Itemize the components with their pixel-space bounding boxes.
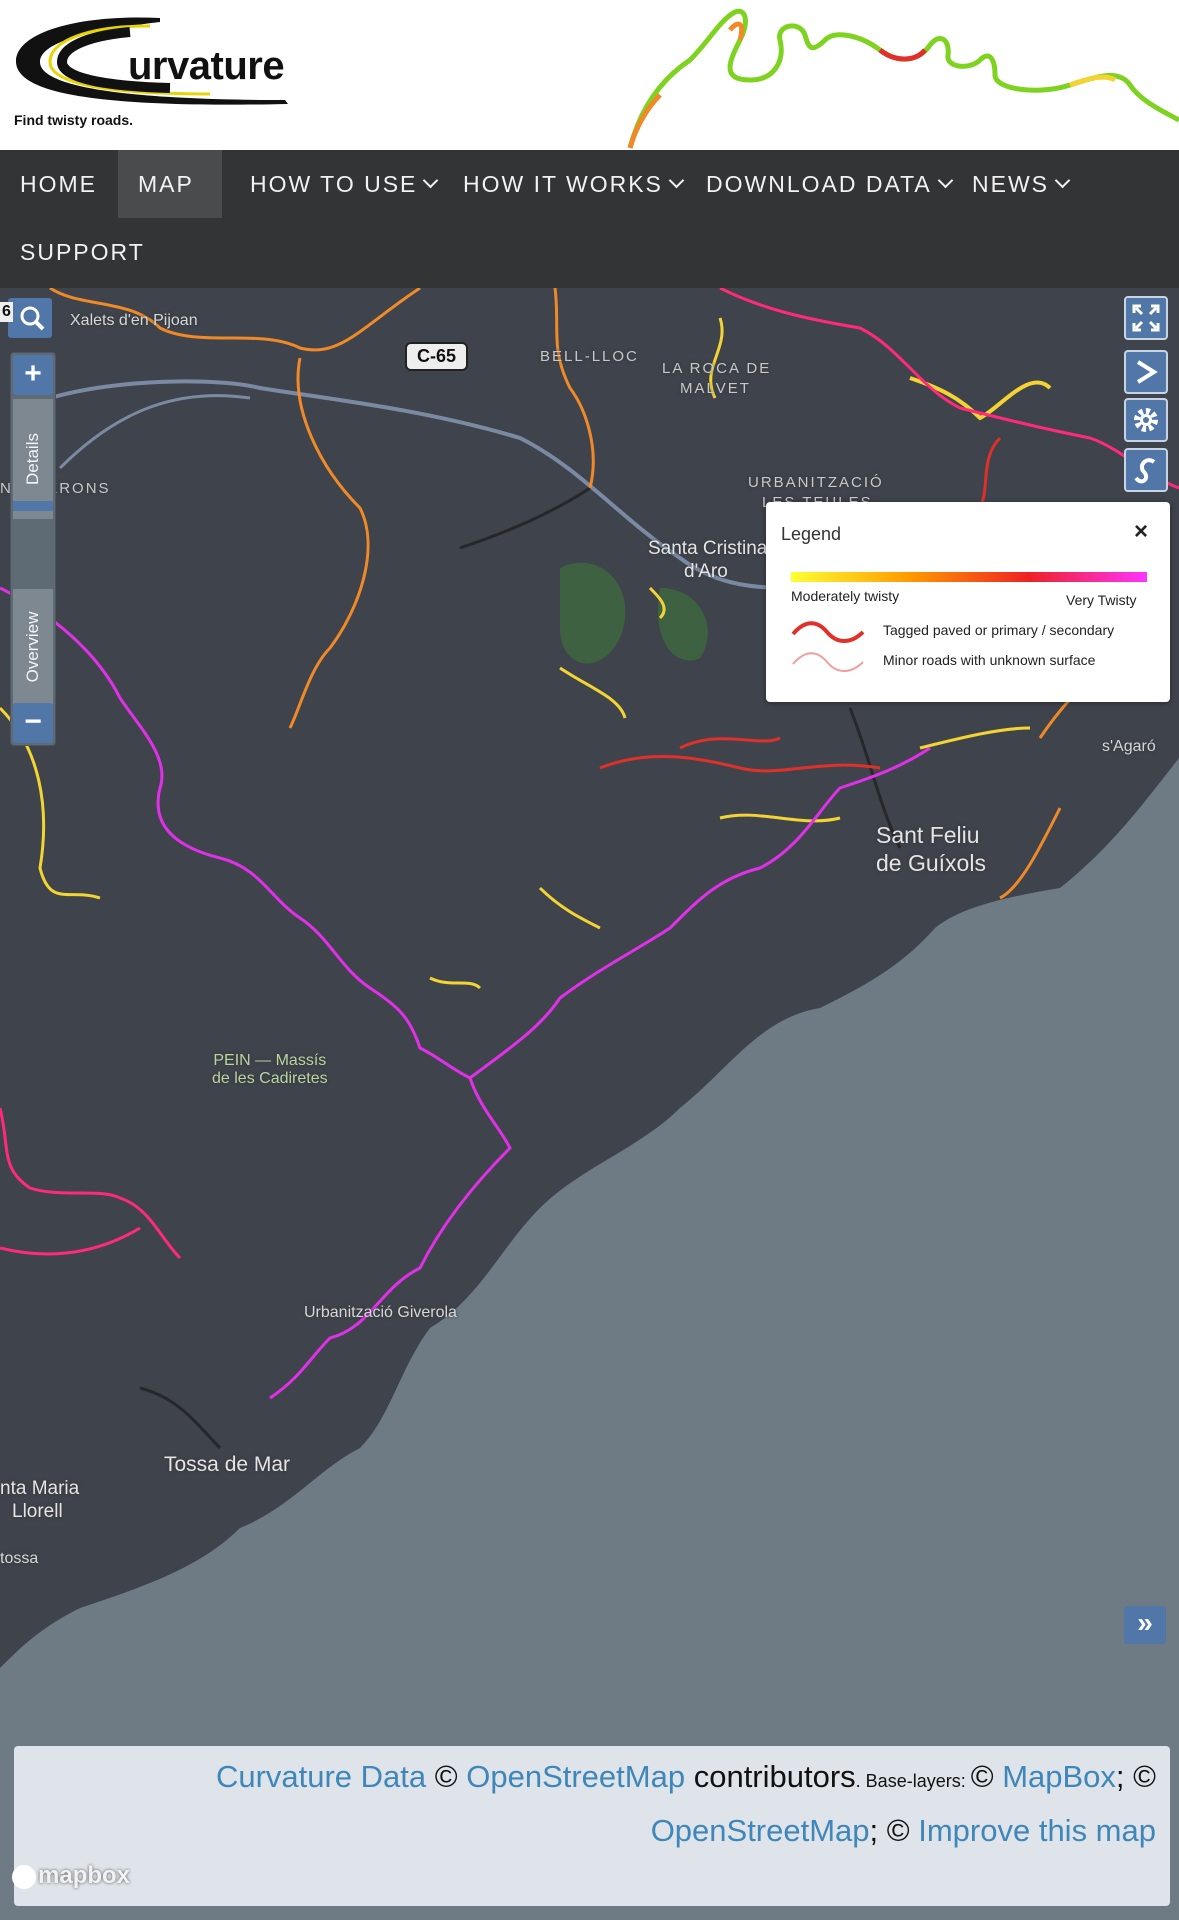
chevron-down-icon xyxy=(423,172,439,189)
place-sant-feliu: Sant Feliu de Guíxols xyxy=(876,822,986,877)
nav-support[interactable]: SUPPORT xyxy=(0,218,165,286)
nav-news[interactable]: NEWS xyxy=(952,150,1088,218)
attribution-sep: ; © xyxy=(1115,1759,1156,1794)
route-icon xyxy=(1134,458,1156,484)
search-button[interactable] xyxy=(8,298,52,338)
legend-row-primary: Tagged paved or primary / secondary xyxy=(883,622,1115,638)
place-pein: PEIN — Massís de les Cadiretes xyxy=(212,1052,328,1088)
place-bell-lloc: BELL-LLOC xyxy=(540,348,639,365)
attribution-copy2: © xyxy=(970,1759,1003,1794)
site-header: urvature Find twisty roads. xyxy=(0,0,1179,150)
nav-how-to-use-label: HOW TO USE xyxy=(250,171,418,197)
zoom-control: + Details Overview − xyxy=(10,352,56,746)
place-giverola: Urbanització Giverola xyxy=(304,1304,457,1321)
fullscreen-icon xyxy=(1132,304,1160,332)
legend-panel: Legend × Moderately twisty Very Twisty T… xyxy=(766,502,1170,702)
road-shield-c65: C-65 xyxy=(405,342,469,371)
attribution-contributors: contributors xyxy=(685,1759,856,1794)
main-nav: HOME MAP HOW TO USE HOW IT WORKS DOWNLOA… xyxy=(0,150,1179,288)
zoom-in-button[interactable]: + xyxy=(13,355,53,395)
fullscreen-button[interactable] xyxy=(1124,296,1168,340)
curvature-data-link[interactable]: Curvature Data xyxy=(216,1759,426,1794)
next-button[interactable] xyxy=(1124,350,1168,394)
mapbox-logo-icon xyxy=(12,1864,36,1889)
chevron-right-icon xyxy=(1136,360,1158,384)
legend-primary-road-swatch xyxy=(791,621,865,643)
legend-row-minor: Minor roads with unknown surface xyxy=(883,652,1096,668)
nav-support-label: SUPPORT xyxy=(20,239,145,265)
mapbox-link[interactable]: MapBox xyxy=(1002,1759,1116,1794)
nav-map[interactable]: MAP xyxy=(118,150,222,218)
tab-overview[interactable]: Overview xyxy=(13,589,53,705)
nav-download-data-label: DOWNLOAD DATA xyxy=(706,171,932,197)
place-santa-maria-line2: Llorell xyxy=(12,1500,63,1522)
legend-high-label: Very Twisty xyxy=(1066,592,1137,608)
attribution-panel: Curvature Data © OpenStreetMap contribut… xyxy=(14,1746,1170,1906)
zoom-slider-handle[interactable] xyxy=(13,501,53,511)
place-malvet: MALVET xyxy=(680,380,751,397)
logo-text: urvature xyxy=(128,44,285,88)
place-pein-line1: PEIN — Massís xyxy=(213,1052,327,1069)
nav-news-label: NEWS xyxy=(972,171,1049,197)
search-icon xyxy=(20,306,45,331)
tab-overview-label: Overview xyxy=(23,611,42,683)
nav-map-label: MAP xyxy=(138,171,194,197)
map-view[interactable]: C-65 Xalets d'en Pijoan BELL-LLOC LA ROC… xyxy=(0,288,1179,1920)
chevron-down-icon xyxy=(1054,172,1071,189)
place-tossa-fragment: tossa xyxy=(0,1550,39,1567)
nav-how-it-works[interactable]: HOW IT WORKS xyxy=(443,150,702,218)
place-sant-feliu-line2: de Guíxols xyxy=(876,849,986,876)
place-roca: LA ROCA DE xyxy=(662,360,772,377)
place-urban: URBANITZACIÓ xyxy=(748,474,884,491)
place-tossa: Tossa de Mar xyxy=(164,1453,291,1476)
place-xalets: Xalets d'en Pijoan xyxy=(70,312,198,329)
place-sant-feliu-line1: Sant Feliu xyxy=(876,822,980,848)
nav-home[interactable]: HOME xyxy=(0,150,117,218)
place-santa-cristina: Santa Cristina d'Aro xyxy=(648,538,767,584)
chevron-down-icon xyxy=(668,172,685,189)
nav-how-to-use[interactable]: HOW TO USE xyxy=(230,150,456,218)
gear-icon xyxy=(1134,408,1158,432)
place-santa-cristina-line2: d'Aro xyxy=(684,560,728,582)
place-pein-line2: de les Cadiretes xyxy=(212,1070,328,1087)
place-sagaro: s'Agaró xyxy=(1102,738,1156,755)
settings-button[interactable] xyxy=(1124,398,1168,442)
legend-low-label: Moderately twisty xyxy=(791,588,900,604)
attribution-toggle-button[interactable]: » xyxy=(1124,1606,1166,1644)
legend-close-button[interactable]: × xyxy=(1134,518,1148,546)
osm-link-1[interactable]: OpenStreetMap xyxy=(466,1759,685,1794)
legend-gradient-bar xyxy=(791,572,1147,582)
nav-download-data[interactable]: DOWNLOAD DATA xyxy=(686,150,971,218)
attribution-base-layers: . Base-layers: xyxy=(855,1771,971,1791)
mapbox-logo[interactable]: mapbox xyxy=(12,1862,130,1890)
osm-link-2[interactable]: OpenStreetMap xyxy=(651,1813,870,1848)
mapbox-logo-text: mapbox xyxy=(38,1862,131,1889)
nav-home-label: HOME xyxy=(20,171,97,197)
route-button[interactable] xyxy=(1124,448,1168,492)
improve-map-link[interactable]: Improve this map xyxy=(918,1813,1156,1848)
scale-fragment: 6 xyxy=(0,302,13,322)
zoom-out-button[interactable]: − xyxy=(13,703,53,743)
attribution-sep2: ; © xyxy=(869,1813,919,1848)
tagline: Find twisty roads. xyxy=(14,112,134,128)
place-santa-cristina-line1: Santa Cristina xyxy=(648,538,768,559)
legend-minor-road-swatch xyxy=(792,652,864,672)
attribution-text: Curvature Data © OpenStreetMap contribut… xyxy=(36,1752,1156,1856)
chevron-down-icon xyxy=(937,172,954,189)
place-santa-maria: nta Maria Llorell xyxy=(0,1478,79,1524)
nav-how-it-works-label: HOW IT WORKS xyxy=(463,171,663,197)
header-road-art xyxy=(627,8,1179,149)
tab-details-label: Details xyxy=(23,433,42,485)
legend-title: Legend xyxy=(781,524,842,544)
attribution-copy1: © xyxy=(426,1759,467,1794)
place-santa-maria-line1: nta Maria xyxy=(0,1478,80,1499)
